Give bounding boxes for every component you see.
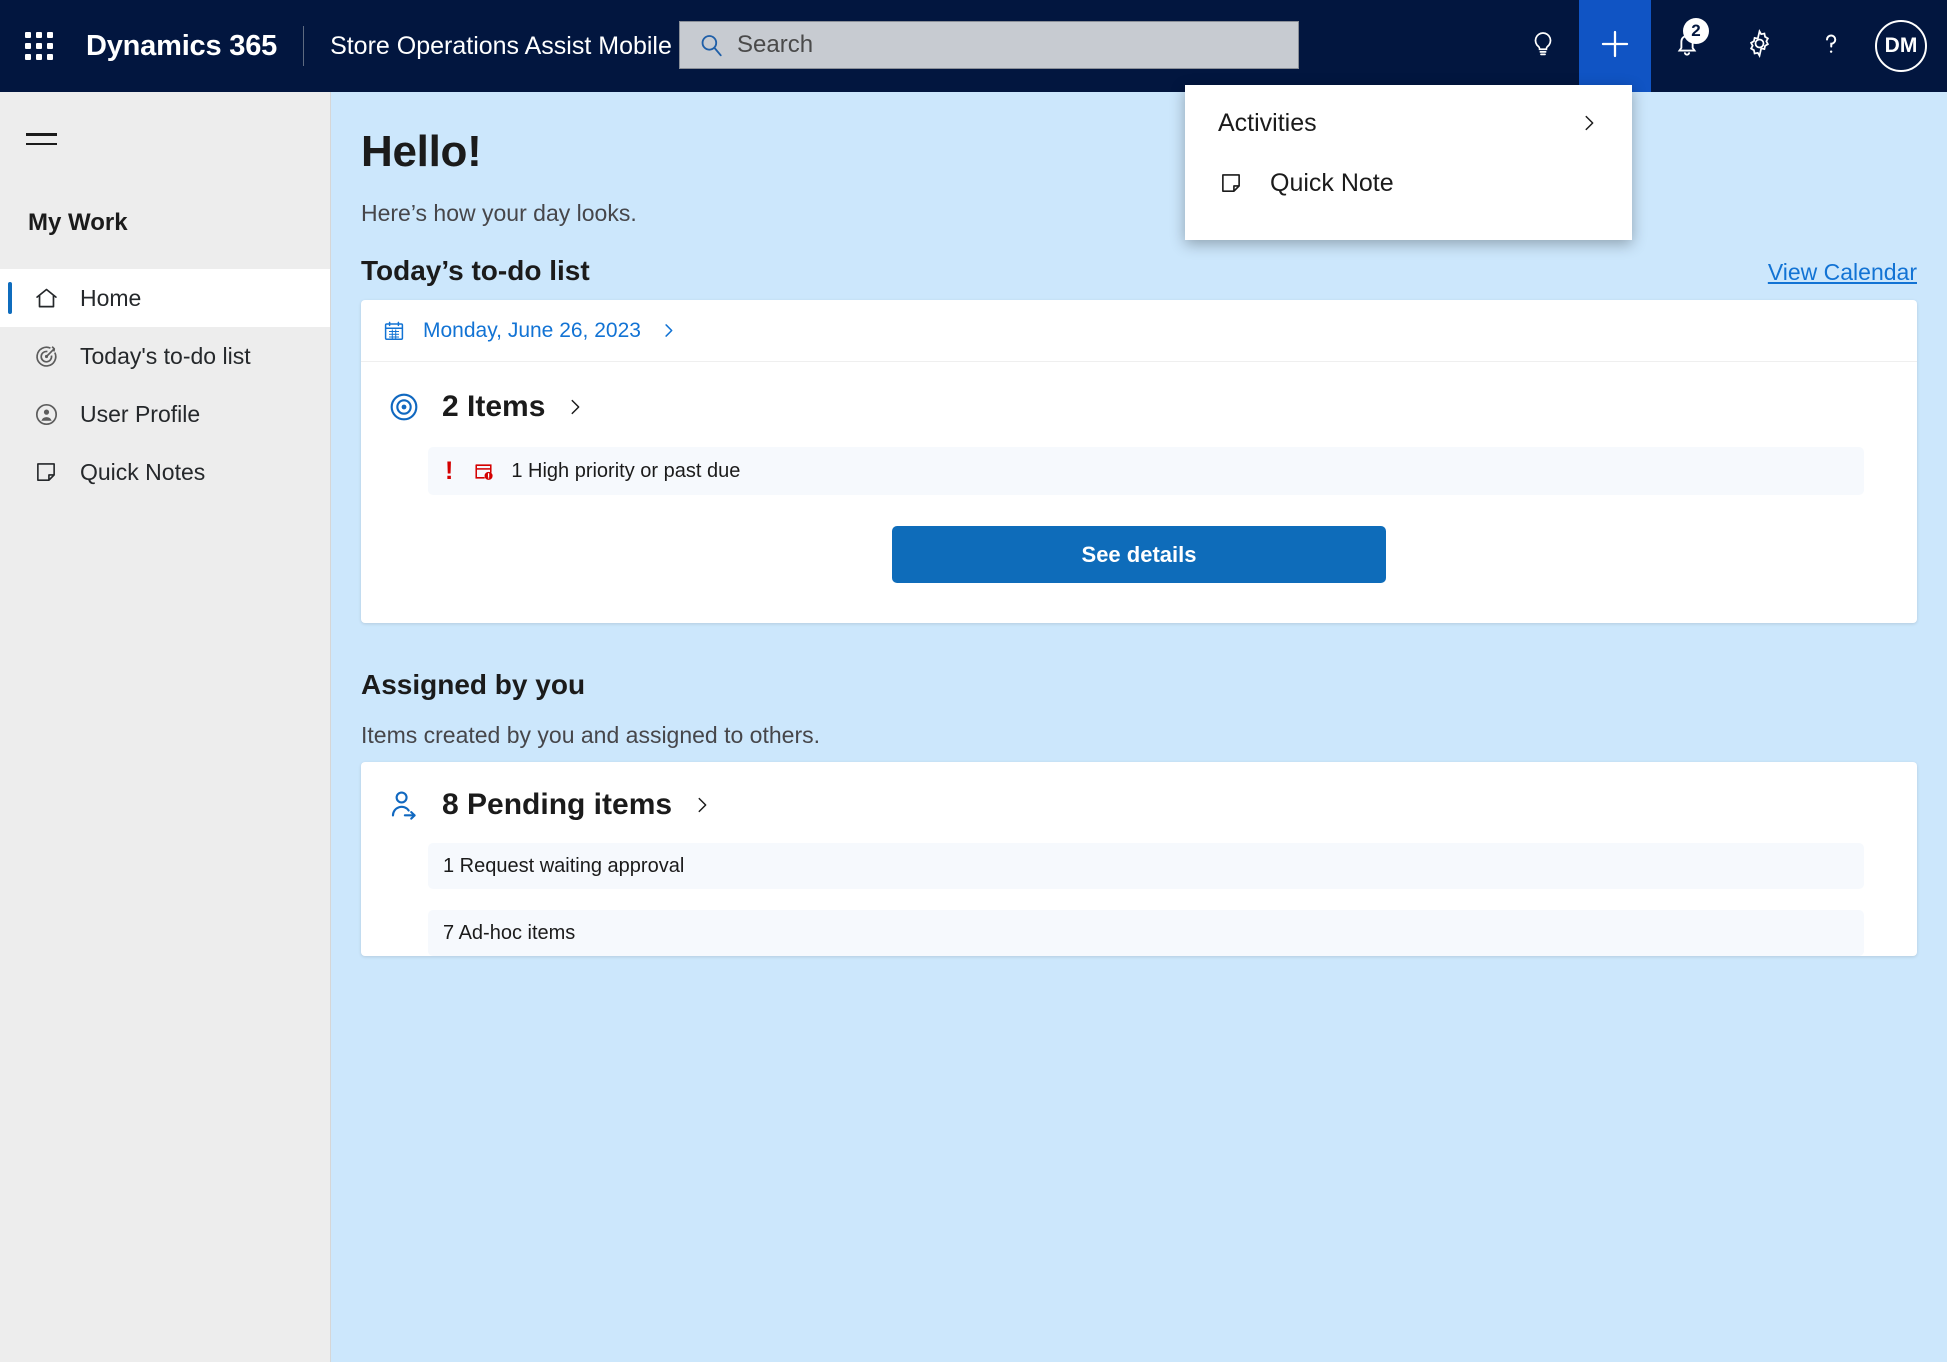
person-arrow-icon xyxy=(387,788,421,822)
brand-title[interactable]: Dynamics 365 xyxy=(86,30,277,63)
todo-section-header: Today’s to-do list View Calendar xyxy=(361,255,1917,287)
sidebar-group-title: My Work xyxy=(28,209,128,236)
question-icon xyxy=(1816,29,1846,64)
pending-items-count: 8 Pending items xyxy=(442,788,673,821)
home-icon xyxy=(28,285,64,312)
header-actions: 2 DM xyxy=(1507,0,1947,92)
app-launcher-icon xyxy=(25,32,53,60)
notifications-button[interactable]: 2 xyxy=(1651,0,1723,92)
chevron-right-icon xyxy=(1578,112,1600,134)
menu-item-activities[interactable]: Activities xyxy=(1185,93,1632,153)
assigned-section-subtitle: Items created by you and assigned to oth… xyxy=(361,722,820,748)
ideas-button[interactable] xyxy=(1507,0,1579,92)
settings-button[interactable] xyxy=(1723,0,1795,92)
target-arrow-icon xyxy=(28,343,64,370)
sidebar-item-todo-list-label: Today's to-do list xyxy=(80,342,251,369)
hamburger-icon xyxy=(26,132,57,136)
hamburger-menu-button[interactable] xyxy=(20,109,80,169)
sidebar-nav: Home Today's to-do list User Profile Qui… xyxy=(0,269,330,501)
menu-item-quick-note-label: Quick Note xyxy=(1270,168,1394,197)
todo-section-title: Today’s to-do list xyxy=(361,255,590,286)
app-name[interactable]: Store Operations Assist Mobile xyxy=(330,32,672,61)
lightbulb-icon xyxy=(1528,29,1558,64)
sidebar-item-quick-notes[interactable]: Quick Notes xyxy=(0,443,330,501)
help-button[interactable] xyxy=(1795,0,1867,92)
todo-items-summary[interactable]: 2 Items xyxy=(361,362,1917,424)
assigned-row-approval-label: 1 Request waiting approval xyxy=(443,854,685,877)
sidebar-item-todo-list[interactable]: Today's to-do list xyxy=(0,327,330,385)
todo-actions: See details xyxy=(361,495,1917,623)
sidebar-item-home[interactable]: Home xyxy=(0,269,330,327)
note-icon xyxy=(28,459,64,485)
calendar-icon xyxy=(382,319,406,343)
todo-date-label: Monday, June 26, 2023 xyxy=(423,318,641,342)
sidebar-item-user-profile-label: User Profile xyxy=(80,400,201,427)
calendar-alert-icon xyxy=(472,460,495,483)
see-details-button[interactable]: See details xyxy=(892,526,1386,583)
chevron-right-icon xyxy=(659,321,678,340)
menu-item-quick-note[interactable]: Quick Note xyxy=(1185,153,1632,213)
todo-priority-alert[interactable]: ! 1 High priority or past due xyxy=(428,447,1864,495)
app-header: Dynamics 365 Store Operations Assist Mob… xyxy=(0,0,1947,92)
menu-item-activities-label: Activities xyxy=(1218,108,1317,137)
exclamation-icon: ! xyxy=(445,456,454,485)
quick-create-menu: Activities Quick Note xyxy=(1185,85,1632,240)
view-calendar-link[interactable]: View Calendar xyxy=(1768,259,1917,286)
sidebar-item-user-profile[interactable]: User Profile xyxy=(0,385,330,443)
sidebar-item-quick-notes-label: Quick Notes xyxy=(80,458,206,485)
header-divider xyxy=(303,26,305,66)
assigned-row-adhoc-label: 7 Ad-hoc items xyxy=(443,921,576,944)
todo-alert-text: 1 High priority or past due xyxy=(511,459,741,482)
notification-badge: 2 xyxy=(1683,18,1709,44)
chevron-right-icon xyxy=(691,794,713,816)
gear-icon xyxy=(1744,28,1775,64)
search-box[interactable] xyxy=(679,21,1299,69)
sidebar: My Work Home Today's to-do list User Pro… xyxy=(0,92,331,1362)
todo-date-selector[interactable]: Monday, June 26, 2023 xyxy=(361,300,1917,362)
todo-card: Monday, June 26, 2023 2 Items ! 1 High p… xyxy=(361,300,1917,623)
assigned-section-title: Assigned by you xyxy=(361,669,586,700)
todo-items-count: 2 Items xyxy=(442,390,546,423)
chevron-right-icon xyxy=(564,396,586,418)
pending-items-summary[interactable]: 8 Pending items xyxy=(361,762,1917,822)
assigned-row-adhoc[interactable]: 7 Ad-hoc items xyxy=(428,910,1864,956)
search-input[interactable] xyxy=(737,31,1257,59)
plus-icon xyxy=(1598,27,1632,66)
main-content: Hello! Here’s how your day looks. Today’… xyxy=(331,92,1947,1362)
person-circle-icon xyxy=(28,401,64,428)
assigned-card: 8 Pending items 1 Request waiting approv… xyxy=(361,762,1917,956)
search-icon xyxy=(698,32,724,58)
avatar[interactable]: DM xyxy=(1875,20,1927,72)
page-subtitle: Here’s how your day looks. xyxy=(361,200,637,226)
assigned-row-approval[interactable]: 1 Request waiting approval xyxy=(428,843,1864,889)
page-title: Hello! xyxy=(361,127,482,176)
sidebar-item-home-label: Home xyxy=(80,284,142,311)
quick-create-button[interactable] xyxy=(1579,0,1651,92)
note-icon xyxy=(1218,170,1244,196)
app-launcher-button[interactable] xyxy=(8,0,70,92)
target-icon xyxy=(387,390,421,424)
